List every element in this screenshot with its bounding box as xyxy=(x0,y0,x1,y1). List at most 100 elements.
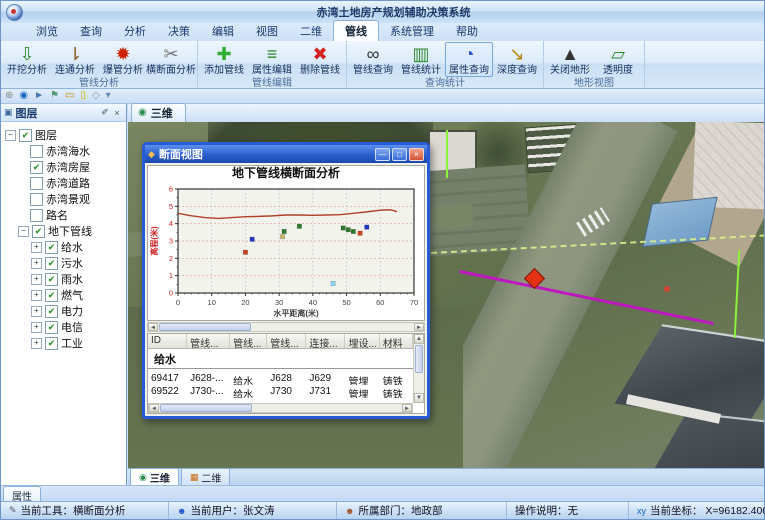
scroll-left-icon[interactable]: ◄ xyxy=(149,404,159,412)
layer-checkbox[interactable]: ✔ xyxy=(45,289,58,302)
layer-checkbox[interactable]: ✔ xyxy=(45,273,58,286)
expand-icon[interactable]: + xyxy=(31,290,42,301)
scene-flag-icon[interactable]: ⚑ xyxy=(50,91,59,101)
layer-checkbox[interactable] xyxy=(30,209,43,222)
layer-checkbox[interactable]: ✔ xyxy=(30,161,43,174)
menu-item-浏览[interactable]: 浏览 xyxy=(25,21,69,41)
close-icon[interactable]: × xyxy=(111,108,123,118)
expand-icon[interactable]: + xyxy=(31,338,42,349)
flyto-icon[interactable]: ► xyxy=(34,91,44,101)
menu-item-查询[interactable]: 查询 xyxy=(69,21,113,41)
layer-checkbox[interactable]: ✔ xyxy=(19,129,32,142)
ribbon-button-删除管线[interactable]: ✖删除管线 xyxy=(296,42,344,77)
ribbon-button-管线统计[interactable]: ▥管线统计 xyxy=(397,42,445,77)
tree-item-电力[interactable]: +✔电力 xyxy=(3,303,124,319)
tree-item-燃气[interactable]: +✔燃气 xyxy=(3,287,124,303)
scrollbar-thumb[interactable] xyxy=(160,404,252,412)
expand-icon[interactable]: + xyxy=(31,242,42,253)
column-header[interactable]: 材料 xyxy=(380,334,413,348)
menu-item-管线[interactable]: 管线 xyxy=(333,20,379,41)
layer-checkbox[interactable]: ✔ xyxy=(32,225,45,238)
section-window-titlebar[interactable]: ◆ 断面视图 — □ × xyxy=(145,145,427,163)
ribbon-button-关闭地形[interactable]: ▲关闭地形 xyxy=(546,42,594,77)
expand-icon[interactable]: + xyxy=(31,306,42,317)
expand-icon[interactable]: + xyxy=(31,258,42,269)
tree-item-赤湾房屋[interactable]: ✔赤湾房屋 xyxy=(3,159,124,175)
scroll-left-icon[interactable]: ◄ xyxy=(148,323,158,331)
ribbon-button-开挖分析[interactable]: ⇩开挖分析 xyxy=(3,42,51,77)
measure-height-icon[interactable]: ▯ xyxy=(80,91,86,101)
depth-query-icon: ↘ xyxy=(509,44,524,65)
ribbon-button-属性查询[interactable]: ◔属性查询 xyxy=(445,42,493,77)
scroll-down-icon[interactable]: ▼ xyxy=(414,393,424,403)
vertical-scrollbar[interactable]: ▲ ▼ xyxy=(413,334,424,403)
maximize-button[interactable]: □ xyxy=(392,148,407,161)
layer-label: 赤湾道路 xyxy=(46,175,90,191)
tree-item-赤湾景观[interactable]: 赤湾景观 xyxy=(3,191,124,207)
menu-item-视图[interactable]: 视图 xyxy=(245,21,289,41)
expand-icon[interactable]: + xyxy=(31,322,42,333)
table-row[interactable]: 69522J730-...给水J730J731管埋铸铁 xyxy=(148,386,413,398)
tree-item-污水[interactable]: +✔污水 xyxy=(3,255,124,271)
ribbon-button-属性编辑[interactable]: ≡属性编辑 xyxy=(248,42,296,77)
horizontal-scrollbar[interactable]: ◄ ► xyxy=(148,403,413,413)
close-button[interactable]: × xyxy=(409,148,424,161)
collapse-icon[interactable]: − xyxy=(5,130,16,141)
column-header[interactable]: 管线... xyxy=(267,334,306,348)
layer-checkbox[interactable]: ✔ xyxy=(45,257,58,270)
layer-checkbox[interactable] xyxy=(30,177,43,190)
column-header[interactable]: 管线... xyxy=(187,334,230,348)
menu-item-二维[interactable]: 二维 xyxy=(289,21,333,41)
scroll-right-icon[interactable]: ► xyxy=(414,323,424,331)
tree-item-工业[interactable]: +✔工业 xyxy=(3,335,124,351)
table-group-给水[interactable]: 给水 xyxy=(148,349,413,369)
ribbon-button-横断面分析[interactable]: ✂横断面分析 xyxy=(147,42,195,77)
ribbon-button-透明度[interactable]: ▱透明度 xyxy=(594,42,642,77)
scroll-right-icon[interactable]: ► xyxy=(402,404,412,412)
column-header[interactable]: 埋设... xyxy=(345,334,379,348)
layer-checkbox[interactable]: ✔ xyxy=(45,321,58,334)
tree-item-图层[interactable]: −✔图层 xyxy=(3,127,124,143)
minimize-button[interactable]: — xyxy=(375,148,390,161)
menu-item-编辑[interactable]: 编辑 xyxy=(201,21,245,41)
more-icon[interactable]: ▾ xyxy=(106,91,111,101)
column-header[interactable]: 管线... xyxy=(230,334,267,348)
menu-item-决策[interactable]: 决策 xyxy=(157,21,201,41)
measure-area-icon[interactable]: ▭ xyxy=(65,91,74,101)
ribbon-button-添加管线[interactable]: ✚添加管线 xyxy=(200,42,248,77)
layer-checkbox[interactable] xyxy=(30,145,43,158)
tree-item-电信[interactable]: +✔电信 xyxy=(3,319,124,335)
tree-item-地下管线[interactable]: −✔地下管线 xyxy=(3,223,124,239)
column-header[interactable]: ID xyxy=(148,334,187,348)
column-header[interactable]: 连接... xyxy=(306,334,345,348)
ribbon-button-连通分析[interactable]: ⇂连通分析 xyxy=(51,42,99,77)
ribbon-button-深度查询[interactable]: ↘深度查询 xyxy=(493,42,541,77)
layer-checkbox[interactable]: ✔ xyxy=(45,305,58,318)
tree-item-给水[interactable]: +✔给水 xyxy=(3,239,124,255)
clear-icon[interactable]: ◇ xyxy=(92,91,100,101)
layer-checkbox[interactable] xyxy=(30,193,43,206)
tree-item-赤湾海水[interactable]: 赤湾海水 xyxy=(3,143,124,159)
menu-item-系统管理[interactable]: 系统管理 xyxy=(379,21,445,41)
tree-item-路名[interactable]: 路名 xyxy=(3,207,124,223)
tree-item-雨水[interactable]: +✔雨水 xyxy=(3,271,124,287)
menu-item-分析[interactable]: 分析 xyxy=(113,21,157,41)
tab-3d-view[interactable]: ◉ 三维 xyxy=(131,103,186,122)
scrollbar-thumb[interactable] xyxy=(159,323,251,331)
ribbon-button-管线查询[interactable]: ∞管线查询 xyxy=(349,42,397,77)
menu-item-帮助[interactable]: 帮助 xyxy=(445,21,489,41)
pin-icon[interactable]: ✐ xyxy=(99,107,111,118)
pan-icon[interactable]: ⊕ xyxy=(5,91,13,101)
info-icon[interactable]: ◉ xyxy=(19,91,28,101)
tree-item-赤湾道路[interactable]: 赤湾道路 xyxy=(3,175,124,191)
status-text: 当前工具：横断面分析 xyxy=(21,503,126,518)
table-row[interactable]: 69417J628-...给水J628J629管埋铸铁 xyxy=(148,373,413,385)
scroll-up-icon[interactable]: ▲ xyxy=(414,334,424,344)
expand-icon[interactable]: + xyxy=(31,274,42,285)
scrollbar-thumb[interactable] xyxy=(415,345,423,373)
ribbon-button-爆管分析[interactable]: ✹爆管分析 xyxy=(99,42,147,77)
horizontal-scrollbar[interactable]: ◄ ► xyxy=(147,322,425,332)
collapse-icon[interactable]: − xyxy=(18,226,29,237)
layer-checkbox[interactable]: ✔ xyxy=(45,241,58,254)
layer-checkbox[interactable]: ✔ xyxy=(45,337,58,350)
